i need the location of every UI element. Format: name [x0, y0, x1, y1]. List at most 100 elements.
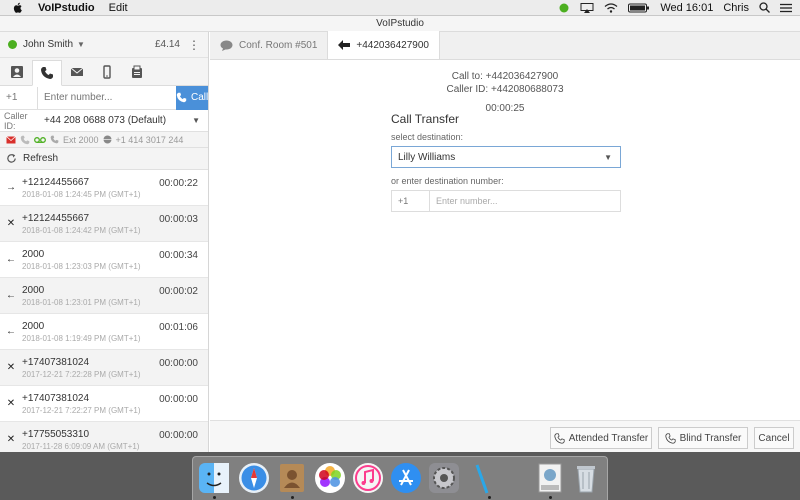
caller-id-info: Caller ID: +442080688073 [446, 84, 564, 95]
more-options-icon[interactable]: ⋮ [188, 38, 200, 52]
contacts-icon[interactable] [275, 461, 309, 495]
transfer-phone-icon [665, 432, 676, 444]
edit-menu[interactable]: Edit [109, 2, 128, 14]
voipstudio-status-icon[interactable] [558, 3, 570, 13]
safari-icon[interactable] [237, 461, 271, 495]
call-duration: 00:00:22 [159, 178, 198, 189]
call-transfer-form: Call Transfer select destination: Lilly … [391, 112, 621, 212]
window-title: VoIPstudio [0, 16, 800, 32]
missed-call-icon: ✕ [6, 218, 16, 229]
account-name[interactable]: John Smith [23, 39, 73, 50]
battery-icon[interactable] [628, 3, 650, 13]
envelope-icon [70, 67, 84, 76]
menubar-clock[interactable]: Wed 16:01 [660, 2, 713, 14]
mobile-phone-icon [103, 65, 111, 79]
app-store-icon[interactable] [389, 461, 423, 495]
selected-destination: Lilly Williams [398, 151, 456, 163]
destination-number-label: or enter destination number: [391, 176, 504, 186]
itunes-icon[interactable] [351, 461, 385, 495]
wifi-icon[interactable] [604, 2, 618, 13]
destination-number-row: +1 Enter number... [391, 190, 621, 212]
tab-conference-room[interactable]: Conf. Room #501 [210, 31, 327, 59]
app-menu[interactable]: VoIPstudio [38, 2, 95, 14]
spotlight-icon[interactable] [759, 2, 770, 13]
system-preferences-icon[interactable] [427, 461, 461, 495]
tab-fax[interactable] [122, 59, 152, 85]
dock [192, 456, 608, 500]
tab-contacts[interactable] [2, 59, 32, 85]
destination-number-input[interactable]: Enter number... [430, 191, 620, 211]
chevron-down-icon[interactable]: ▼ [77, 40, 85, 49]
phone-status-icon[interactable] [20, 135, 30, 145]
select-destination-label: select destination: [391, 132, 464, 142]
tab-phone[interactable] [32, 60, 62, 86]
incoming-call-icon: ← [6, 254, 16, 265]
photos-icon[interactable] [313, 461, 347, 495]
country-code-input[interactable] [0, 86, 38, 109]
caller-id-select[interactable]: +44 208 0688 073 (Default) ▼ [38, 115, 208, 126]
preview-icon[interactable] [533, 461, 567, 495]
call-duration: 00:00:00 [159, 358, 198, 369]
chat-bubble-icon [220, 40, 233, 51]
call-date: 2018-01-08 1:23:01 PM (GMT+1) [22, 297, 141, 307]
tab-active-call[interactable]: +442036427900 [327, 31, 440, 59]
call-history-item[interactable]: ✕ +17407381024 2017-12-21 7:22:28 PM (GMT+… [0, 350, 208, 386]
pen-icon[interactable] [465, 461, 499, 495]
tab-label: Conf. Room #501 [239, 39, 318, 51]
account-header: John Smith ▼ £4.14 ⋮ [0, 32, 208, 58]
refresh-label: Refresh [23, 153, 59, 164]
call-date: 2017-12-21 7:22:27 PM (GMT+1) [22, 405, 141, 415]
missed-call-icon: ✕ [6, 362, 16, 373]
blind-transfer-button[interactable]: Blind Transfer [658, 427, 748, 449]
outgoing-call-icon: → [6, 182, 16, 193]
phone-call-icon [176, 92, 187, 103]
blind-transfer-label: Blind Transfer [679, 432, 742, 444]
globe-icon [103, 135, 112, 144]
menu-bar: VoIPstudio Edit Wed 16:01 Chris [0, 0, 800, 16]
mail-status-icon[interactable] [6, 135, 16, 144]
transfer-title: Call Transfer [391, 112, 460, 126]
trash-icon[interactable] [569, 461, 603, 495]
notification-center-icon[interactable] [780, 3, 792, 13]
apple-menu-icon[interactable] [12, 2, 24, 14]
call-to: Call to: +442036427900 [451, 71, 559, 82]
call-history-item[interactable]: ✕ +17407381024 2017-12-21 7:22:27 PM (GMT+… [0, 386, 208, 422]
destination-country-code-input[interactable]: +1 [392, 191, 430, 211]
running-indicator [488, 496, 491, 499]
menubar-user[interactable]: Chris [723, 2, 749, 14]
finder-icon[interactable] [197, 461, 231, 495]
call-history-item[interactable]: ✕ +12124455667 2018-01-08 1:24:42 PM (GMT+… [0, 206, 208, 242]
incoming-arrow-icon [338, 40, 351, 50]
presence-status-icon[interactable] [8, 40, 17, 49]
call-history-item[interactable]: ← 2000 2018-01-08 1:23:01 PM (GMT+1) 00:00:… [0, 278, 208, 314]
sidebar-tabs [0, 58, 208, 86]
tab-label: +442036427900 [356, 39, 429, 51]
call-history-item[interactable]: ← 2000 2018-01-08 1:19:49 PM (GMT+1) 00:01:… [0, 314, 208, 350]
call-history-item[interactable]: ← 2000 2018-01-08 1:23:03 PM (GMT+1) 00:00:… [0, 242, 208, 278]
call-date: 2018-01-08 1:23:03 PM (GMT+1) [22, 261, 141, 271]
voicemail-icon[interactable] [34, 136, 46, 144]
airplay-icon[interactable] [580, 2, 594, 13]
destination-select[interactable]: Lilly Williams ▼ [391, 146, 621, 168]
dial-row: Call [0, 85, 209, 110]
running-indicator [291, 496, 294, 499]
call-button[interactable]: Call [176, 85, 209, 110]
attended-transfer-label: Attended Transfer [568, 432, 649, 444]
tab-mobile[interactable] [92, 59, 122, 85]
app-window: VoIPstudio John Smith ▼ £4.14 ⋮ +1 Enter… [0, 16, 800, 458]
dropdown-arrow-icon: ▼ [192, 116, 200, 125]
dial-number-input[interactable] [38, 86, 176, 109]
tab-messages[interactable] [62, 59, 92, 85]
sidebar: John Smith ▼ £4.14 ⋮ +1 Enter number... … [0, 32, 209, 458]
attended-transfer-button[interactable]: Attended Transfer [550, 427, 652, 449]
call-duration: 00:00:00 [159, 394, 198, 405]
call-date: 2017-11-28 6:09:09 AM (GMT+1) [22, 441, 140, 451]
cancel-label: Cancel [758, 432, 790, 444]
cancel-button[interactable]: Cancel [754, 427, 794, 449]
caller-id-label: Caller ID: [4, 110, 28, 131]
missed-call-icon: ✕ [6, 434, 16, 445]
refresh-button[interactable]: Refresh [0, 148, 208, 170]
call-date: 2018-01-08 1:19:49 PM (GMT+1) [22, 333, 141, 343]
call-info: Call to: +442036427900 Caller ID: +44208… [210, 70, 800, 115]
call-history-item[interactable]: → +12124455667 2018-01-08 1:24:45 PM (GMT+… [0, 170, 208, 206]
